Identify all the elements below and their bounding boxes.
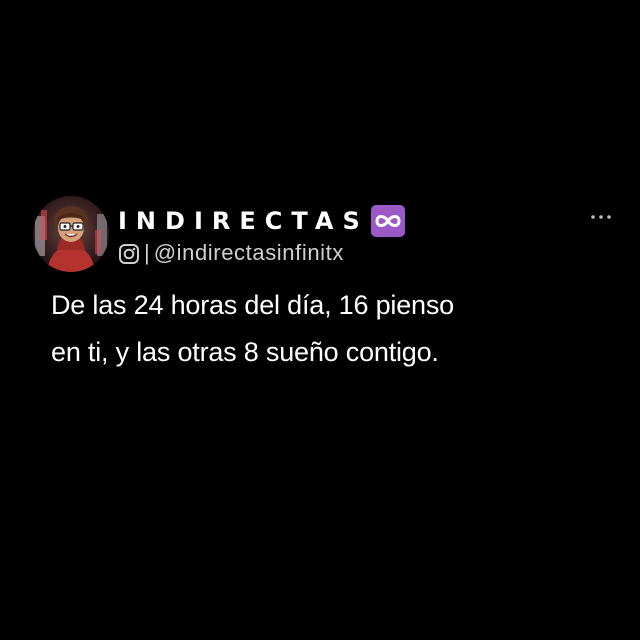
post-header: INDIRECTAS | @indirectasinfinitx bbox=[118, 204, 405, 268]
avatar[interactable] bbox=[33, 196, 109, 272]
post-text: De las 24 horas del día, 16 pienso en ti… bbox=[51, 282, 611, 376]
name-row: INDIRECTAS bbox=[118, 204, 405, 238]
handle-separator: | bbox=[144, 240, 150, 265]
handle-text[interactable]: @indirectasinfinitx bbox=[154, 240, 344, 266]
more-options-icon[interactable] bbox=[590, 210, 612, 222]
post-text-line: en ti, y las otras 8 sueño contigo. bbox=[51, 337, 439, 367]
handle-row: | @indirectasinfinitx bbox=[118, 238, 405, 268]
display-name[interactable]: INDIRECTAS bbox=[118, 204, 369, 238]
instagram-icon bbox=[118, 243, 140, 265]
post-text-line: De las 24 horas del día, 16 pienso bbox=[51, 290, 454, 320]
post-card: INDIRECTAS | @indirectasinfinitx De las … bbox=[0, 0, 640, 640]
avatar-illustration bbox=[33, 196, 109, 272]
infinity-icon bbox=[370, 205, 405, 237]
